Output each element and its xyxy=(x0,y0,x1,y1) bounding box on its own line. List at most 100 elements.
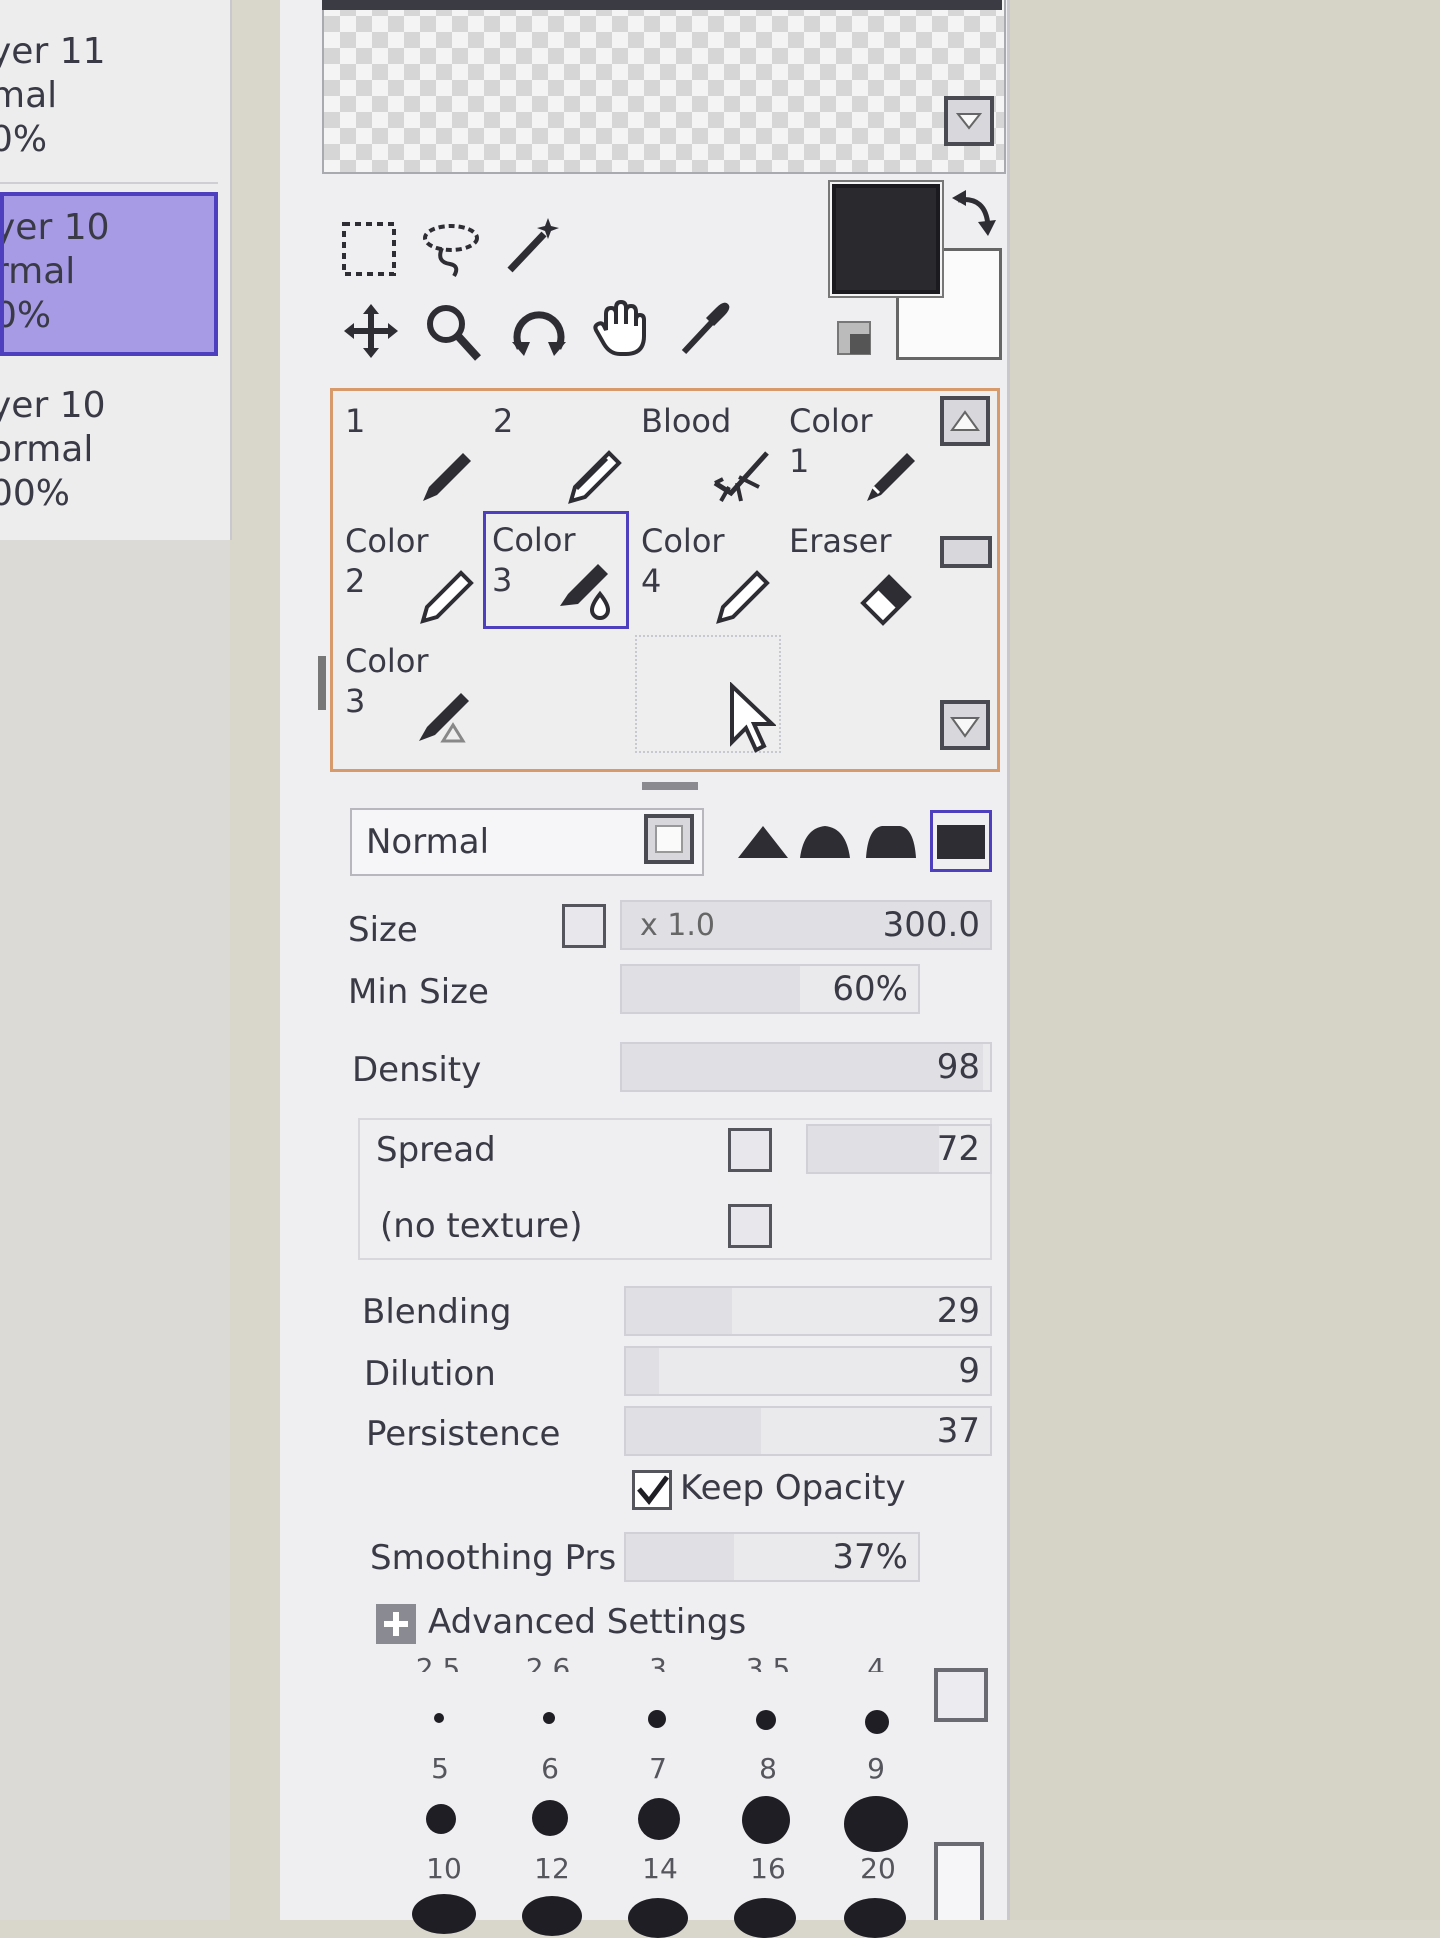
layer-name: yer 10 xyxy=(0,207,110,248)
magic-wand-icon xyxy=(507,218,559,273)
brush-shape-sharp-icon[interactable] xyxy=(738,818,788,868)
brush-shape-round-icon[interactable] xyxy=(800,818,850,868)
move-tool[interactable] xyxy=(340,300,402,362)
brush-slot-color-4[interactable]: Color 4 xyxy=(635,515,781,633)
brush-scrollbar-thumb[interactable] xyxy=(940,536,992,568)
pencil-icon xyxy=(420,570,474,624)
size-preset-label: 7 xyxy=(649,1752,667,1785)
navigator-toolbar xyxy=(322,0,1002,10)
size-preset-dot[interactable] xyxy=(648,1710,666,1728)
size-preset-label: 8 xyxy=(759,1752,777,1785)
blending-value: 29 xyxy=(936,1291,980,1331)
splatter-brush-icon xyxy=(713,451,769,502)
brush-slot-color-2[interactable]: Color 2 xyxy=(339,515,485,633)
size-pressure-checkbox[interactable] xyxy=(562,904,606,948)
min-size-label: Min Size xyxy=(348,972,489,1012)
brush-shape-flat-icon[interactable] xyxy=(866,818,916,868)
mouse-cursor-icon xyxy=(728,681,778,758)
primary-color-swatch[interactable] xyxy=(832,184,940,294)
density-slider[interactable]: 98 xyxy=(620,1042,992,1092)
brush-slot-color-3b[interactable]: Color 3 xyxy=(339,635,485,753)
size-preset-label: 9 xyxy=(867,1752,885,1785)
empty-panel-area xyxy=(0,540,230,1920)
texture-select[interactable]: (no texture) xyxy=(380,1206,583,1246)
brush-scroll-up-button[interactable] xyxy=(940,396,990,446)
size-label: Size xyxy=(348,910,418,950)
size-preset-label: 5 xyxy=(431,1752,449,1785)
size-presets-scrollbar-thumb[interactable] xyxy=(934,1842,984,1920)
blending-label: Blending xyxy=(362,1292,512,1332)
size-multiplier-select[interactable]: x 1.0 xyxy=(640,908,715,943)
size-preset-dot[interactable] xyxy=(522,1896,582,1936)
layer-name: yer 11 xyxy=(0,31,106,72)
size-preset-dot[interactable] xyxy=(734,1898,796,1938)
brush-scroll-down-button[interactable] xyxy=(940,700,990,750)
brush-slot-eraser[interactable]: Eraser xyxy=(783,515,929,633)
brush-slot-1[interactable]: 1 xyxy=(339,395,485,513)
rotate-tool[interactable] xyxy=(508,302,570,364)
size-presets-scroll-up-button[interactable] xyxy=(934,1668,988,1722)
layer-item[interactable]: yer 10 ormal 00% xyxy=(0,374,218,538)
blend-mode-dropdown-button[interactable] xyxy=(644,814,694,864)
dilution-slider[interactable]: 9 xyxy=(624,1346,992,1396)
size-preset-dot[interactable] xyxy=(844,1898,906,1938)
dilution-label: Dilution xyxy=(364,1354,496,1394)
size-preset-dot[interactable] xyxy=(756,1710,776,1730)
size-preset-dot[interactable] xyxy=(844,1796,908,1852)
hand-tool[interactable] xyxy=(592,299,654,362)
rect-select-tool[interactable] xyxy=(338,218,400,280)
brush-slot-color-3-selected[interactable]: Color 3 xyxy=(483,511,629,629)
size-preset-dot[interactable] xyxy=(412,1894,476,1934)
swap-colors-icon[interactable] xyxy=(950,188,1000,242)
smoothing-slider[interactable]: 37% xyxy=(624,1532,920,1582)
persistence-slider[interactable]: 37 xyxy=(624,1406,992,1456)
brush-icon xyxy=(419,693,469,743)
navigator-preview[interactable] xyxy=(322,0,1006,174)
brush-slot-color-1[interactable]: Color 1 xyxy=(783,395,929,513)
spread-dropdown-button[interactable] xyxy=(728,1128,772,1172)
spread-slider[interactable]: 72 xyxy=(806,1124,992,1174)
size-preset-dot[interactable] xyxy=(742,1796,790,1844)
size-preset-dot[interactable] xyxy=(865,1710,889,1734)
brush-shape-hard-icon xyxy=(937,825,985,859)
keep-opacity-checkbox[interactable] xyxy=(632,1470,672,1510)
size-preset-label: 6 xyxy=(541,1752,559,1785)
pencil-icon xyxy=(716,570,770,624)
layer-item-selected[interactable]: yer 10 rmal 0% xyxy=(0,192,218,356)
expand-plus-icon[interactable] xyxy=(376,1604,416,1644)
rotate-icon xyxy=(512,311,566,356)
brush-grid: 1 2 Blood Color 1 Color 2 Color 3 Color … xyxy=(330,388,1000,772)
size-preset-dot[interactable] xyxy=(628,1898,688,1938)
density-label: Density xyxy=(352,1050,482,1090)
brush-shape-hard-selected[interactable] xyxy=(930,810,992,872)
blending-slider[interactable]: 29 xyxy=(624,1286,992,1336)
brush-grid-resize-handle[interactable] xyxy=(642,782,698,790)
texture-dropdown-button[interactable] xyxy=(728,1204,772,1248)
layer-item[interactable]: yer 11 mal 0% xyxy=(0,20,218,184)
size-preset-label: 16 xyxy=(750,1852,786,1885)
watercolor-brush-icon xyxy=(560,564,611,620)
marker-icon xyxy=(867,453,915,501)
brush-label: 1 xyxy=(345,402,366,440)
size-preset-dot[interactable] xyxy=(426,1804,456,1834)
chevron-down-icon xyxy=(950,717,980,738)
reset-colors-icon[interactable] xyxy=(836,320,872,356)
navigator-dropdown-button[interactable] xyxy=(944,96,994,146)
brush-slot-2[interactable]: 2 xyxy=(487,395,633,513)
size-preset-dot[interactable] xyxy=(532,1800,568,1836)
advanced-settings-label[interactable]: Advanced Settings xyxy=(428,1602,746,1642)
panel-resize-handle[interactable] xyxy=(318,656,326,710)
size-preset-dot[interactable] xyxy=(638,1798,680,1840)
lasso-tool[interactable] xyxy=(420,218,482,280)
magic-wand-tool[interactable] xyxy=(502,214,564,276)
min-size-slider[interactable]: 60% xyxy=(620,964,920,1014)
size-preset-dot[interactable] xyxy=(543,1712,555,1724)
brush-slot-blood[interactable]: Blood xyxy=(635,395,781,513)
size-preset-dot[interactable] xyxy=(434,1713,444,1723)
keep-opacity-label: Keep Opacity xyxy=(680,1468,906,1508)
eyedropper-tool[interactable] xyxy=(676,296,738,358)
zoom-tool[interactable] xyxy=(422,300,484,362)
size-preset-label: 3.5 xyxy=(745,1652,791,1672)
magnifier-icon xyxy=(427,305,481,361)
size-preset-label: 4 xyxy=(867,1652,885,1672)
